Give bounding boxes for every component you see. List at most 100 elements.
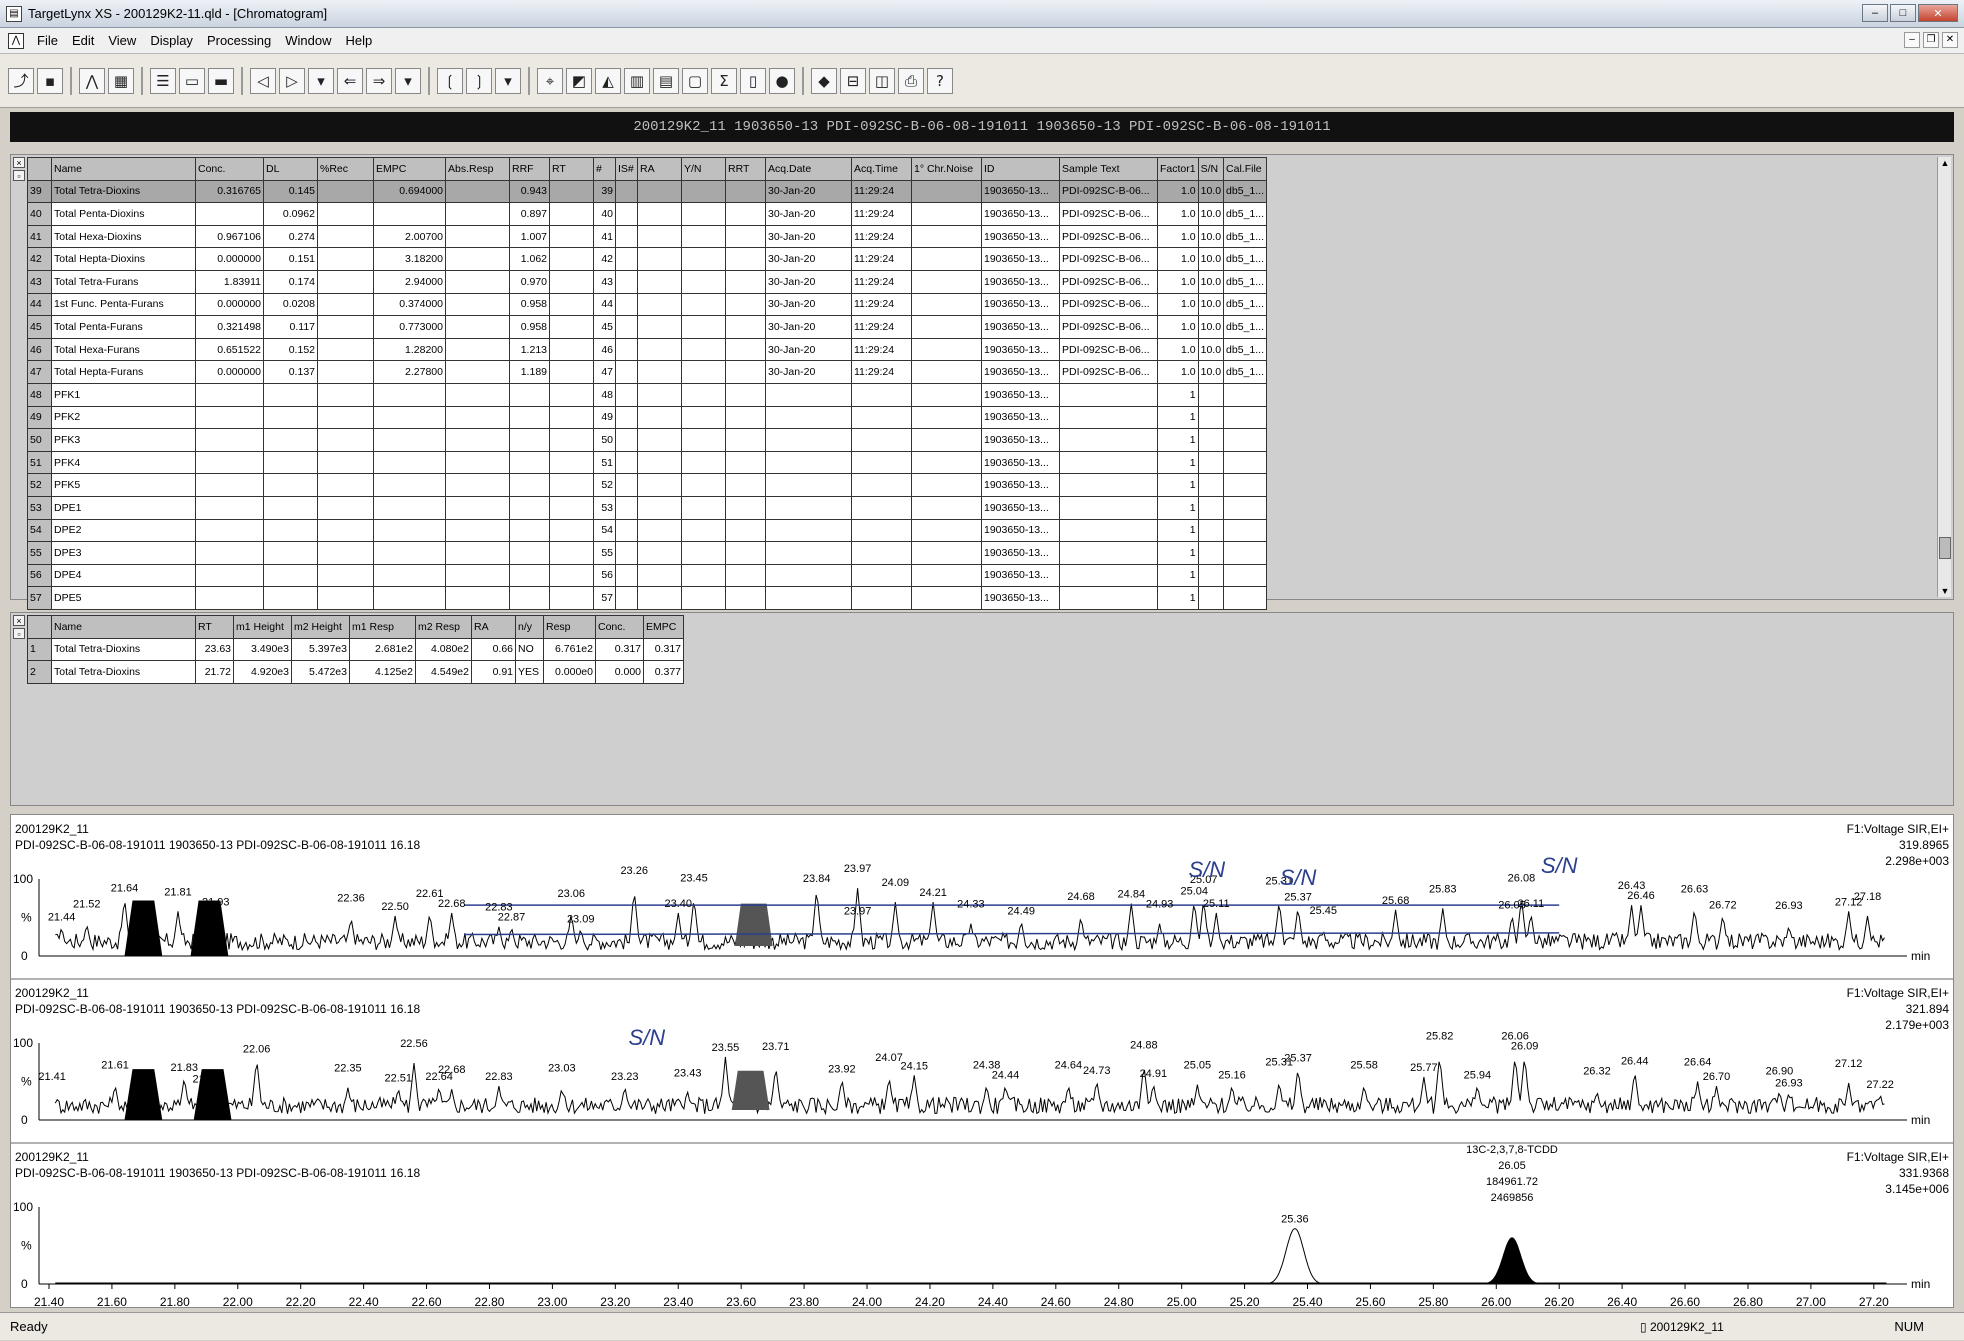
table-cell[interactable]: db5_1... bbox=[1223, 202, 1267, 226]
table-cell[interactable] bbox=[1059, 405, 1158, 430]
table-cell[interactable] bbox=[445, 518, 510, 543]
table-cell[interactable] bbox=[615, 586, 638, 610]
table-cell[interactable]: 0.317 bbox=[643, 637, 684, 662]
column-header[interactable]: m2 Height bbox=[291, 615, 350, 639]
table-cell[interactable]: 11:29:24 bbox=[851, 269, 912, 294]
table-cell[interactable] bbox=[681, 495, 726, 520]
row-header[interactable]: 51 bbox=[27, 450, 52, 475]
table-cell[interactable]: DPE2 bbox=[51, 518, 196, 543]
table-cell[interactable] bbox=[911, 495, 982, 520]
table-cell[interactable]: 11:29:24 bbox=[851, 202, 912, 226]
table-cell[interactable] bbox=[725, 224, 766, 249]
table-cell[interactable] bbox=[317, 360, 374, 384]
row-header[interactable]: 48 bbox=[27, 382, 52, 407]
row-header[interactable]: 45 bbox=[27, 315, 52, 339]
table-cell[interactable] bbox=[509, 518, 550, 543]
table-cell[interactable] bbox=[549, 269, 594, 294]
table-row[interactable]: 43 Total Tetra-Furans 1.83911 0.174 2.94000 0… bbox=[27, 269, 1267, 294]
table-cell[interactable]: 10.0 bbox=[1197, 269, 1225, 294]
table-cell[interactable]: 1st Func. Penta-Furans bbox=[51, 292, 196, 317]
pane-close-button[interactable]: × bbox=[13, 615, 25, 626]
table-cell[interactable] bbox=[615, 473, 638, 497]
chart-icon[interactable]: ◩ bbox=[566, 67, 592, 94]
table-cell[interactable]: db5_1... bbox=[1223, 292, 1267, 317]
table-cell[interactable] bbox=[509, 541, 550, 565]
column-header[interactable]: 1° Chr.Noise bbox=[911, 157, 982, 181]
table-cell[interactable]: db5_1... bbox=[1223, 247, 1267, 271]
table-cell[interactable]: 4.920e3 bbox=[233, 660, 292, 684]
table-cell[interactable] bbox=[549, 563, 594, 588]
column-header[interactable]: Acq.Time bbox=[851, 157, 912, 181]
row-header[interactable]: 1 bbox=[27, 637, 52, 662]
table-cell[interactable] bbox=[637, 473, 682, 497]
table-cell[interactable] bbox=[681, 269, 726, 294]
table-cell[interactable] bbox=[681, 518, 726, 543]
table-cell[interactable]: DPE3 bbox=[51, 541, 196, 565]
table-cell[interactable]: PDI-092SC-B-06... bbox=[1059, 202, 1158, 226]
table-cell[interactable]: 11:29:24 bbox=[851, 292, 912, 317]
table-cell[interactable] bbox=[445, 563, 510, 588]
table-cell[interactable]: 1.28200 bbox=[373, 337, 446, 362]
table-cell[interactable]: 1 bbox=[1157, 450, 1199, 475]
table-cell[interactable] bbox=[317, 428, 374, 452]
table-cell[interactable] bbox=[373, 473, 446, 497]
table-cell[interactable] bbox=[549, 382, 594, 407]
table-cell[interactable]: db5_1... bbox=[1223, 179, 1267, 204]
column-header[interactable]: m1 Height bbox=[233, 615, 292, 639]
table-cell[interactable]: 1 bbox=[1157, 405, 1199, 430]
table-cell[interactable]: 52 bbox=[593, 473, 616, 497]
table-cell[interactable]: 30-Jan-20 bbox=[765, 269, 852, 294]
table-cell[interactable] bbox=[911, 541, 982, 565]
pane-close-button[interactable]: × bbox=[13, 157, 25, 168]
table-cell[interactable] bbox=[1223, 541, 1267, 565]
table-cell[interactable]: 1903650-13... bbox=[981, 428, 1060, 452]
column-header[interactable]: # bbox=[593, 157, 616, 181]
column-header[interactable]: RA bbox=[637, 157, 682, 181]
table-cell[interactable] bbox=[765, 541, 852, 565]
table-cell[interactable]: 2.00700 bbox=[373, 224, 446, 249]
table-cell[interactable] bbox=[615, 269, 638, 294]
table-cell[interactable] bbox=[725, 450, 766, 475]
table-cell[interactable] bbox=[195, 495, 264, 520]
table-cell[interactable]: 4.125e2 bbox=[349, 660, 416, 684]
prev-icon[interactable]: ◁ bbox=[250, 67, 276, 94]
next-icon[interactable]: ▷ bbox=[279, 67, 305, 94]
sum-icon[interactable]: Σ bbox=[711, 67, 737, 94]
table-row[interactable]: 52 PFK5 52 1903650-13... 1 bbox=[27, 473, 1267, 497]
table-cell[interactable] bbox=[1223, 382, 1267, 407]
column-header[interactable]: Name bbox=[51, 157, 196, 181]
table-cell[interactable]: 4.080e2 bbox=[415, 637, 472, 662]
table-cell[interactable] bbox=[725, 541, 766, 565]
table-cell[interactable]: 30-Jan-20 bbox=[765, 292, 852, 317]
table-cell[interactable] bbox=[195, 563, 264, 588]
table-cell[interactable] bbox=[1197, 541, 1225, 565]
table-cell[interactable] bbox=[637, 315, 682, 339]
table-cell[interactable] bbox=[1223, 563, 1267, 588]
table-cell[interactable]: Total Penta-Dioxins bbox=[51, 202, 196, 226]
table-cell[interactable] bbox=[637, 269, 682, 294]
table-cell[interactable] bbox=[1197, 405, 1225, 430]
bar-icon[interactable]: ▥ bbox=[624, 67, 650, 94]
table-cell[interactable]: 0.316765 bbox=[195, 179, 264, 204]
table-cell[interactable]: 1903650-13... bbox=[981, 315, 1060, 339]
table-cell[interactable]: 0.137 bbox=[263, 360, 318, 384]
table-cell[interactable] bbox=[1223, 495, 1267, 520]
table-cell[interactable]: 30-Jan-20 bbox=[765, 179, 852, 204]
table-cell[interactable]: 1.062 bbox=[509, 247, 550, 271]
table-row[interactable]: 44 1st Func. Penta-Furans 0.000000 0.0208 0.… bbox=[27, 292, 1267, 317]
table-cell[interactable]: Total Tetra-Dioxins bbox=[51, 660, 196, 684]
menu-edit[interactable]: Edit bbox=[65, 33, 101, 48]
table-cell[interactable]: 1903650-13... bbox=[981, 382, 1060, 407]
window-icon[interactable]: ▢ bbox=[682, 67, 708, 94]
table-cell[interactable] bbox=[637, 428, 682, 452]
table-cell[interactable] bbox=[1197, 495, 1225, 520]
print-icon[interactable]: ⎙ bbox=[898, 67, 924, 94]
table-cell[interactable] bbox=[445, 450, 510, 475]
book-icon[interactable]: ▯ bbox=[740, 67, 766, 94]
table-cell[interactable] bbox=[681, 292, 726, 317]
table-cell[interactable]: 1.0 bbox=[1157, 224, 1199, 249]
table-cell[interactable]: 2.681e2 bbox=[349, 637, 416, 662]
table-cell[interactable]: 1903650-13... bbox=[981, 179, 1060, 204]
close-button[interactable]: ✕ bbox=[1918, 4, 1958, 22]
column-header[interactable]: Factor1 bbox=[1157, 157, 1199, 181]
